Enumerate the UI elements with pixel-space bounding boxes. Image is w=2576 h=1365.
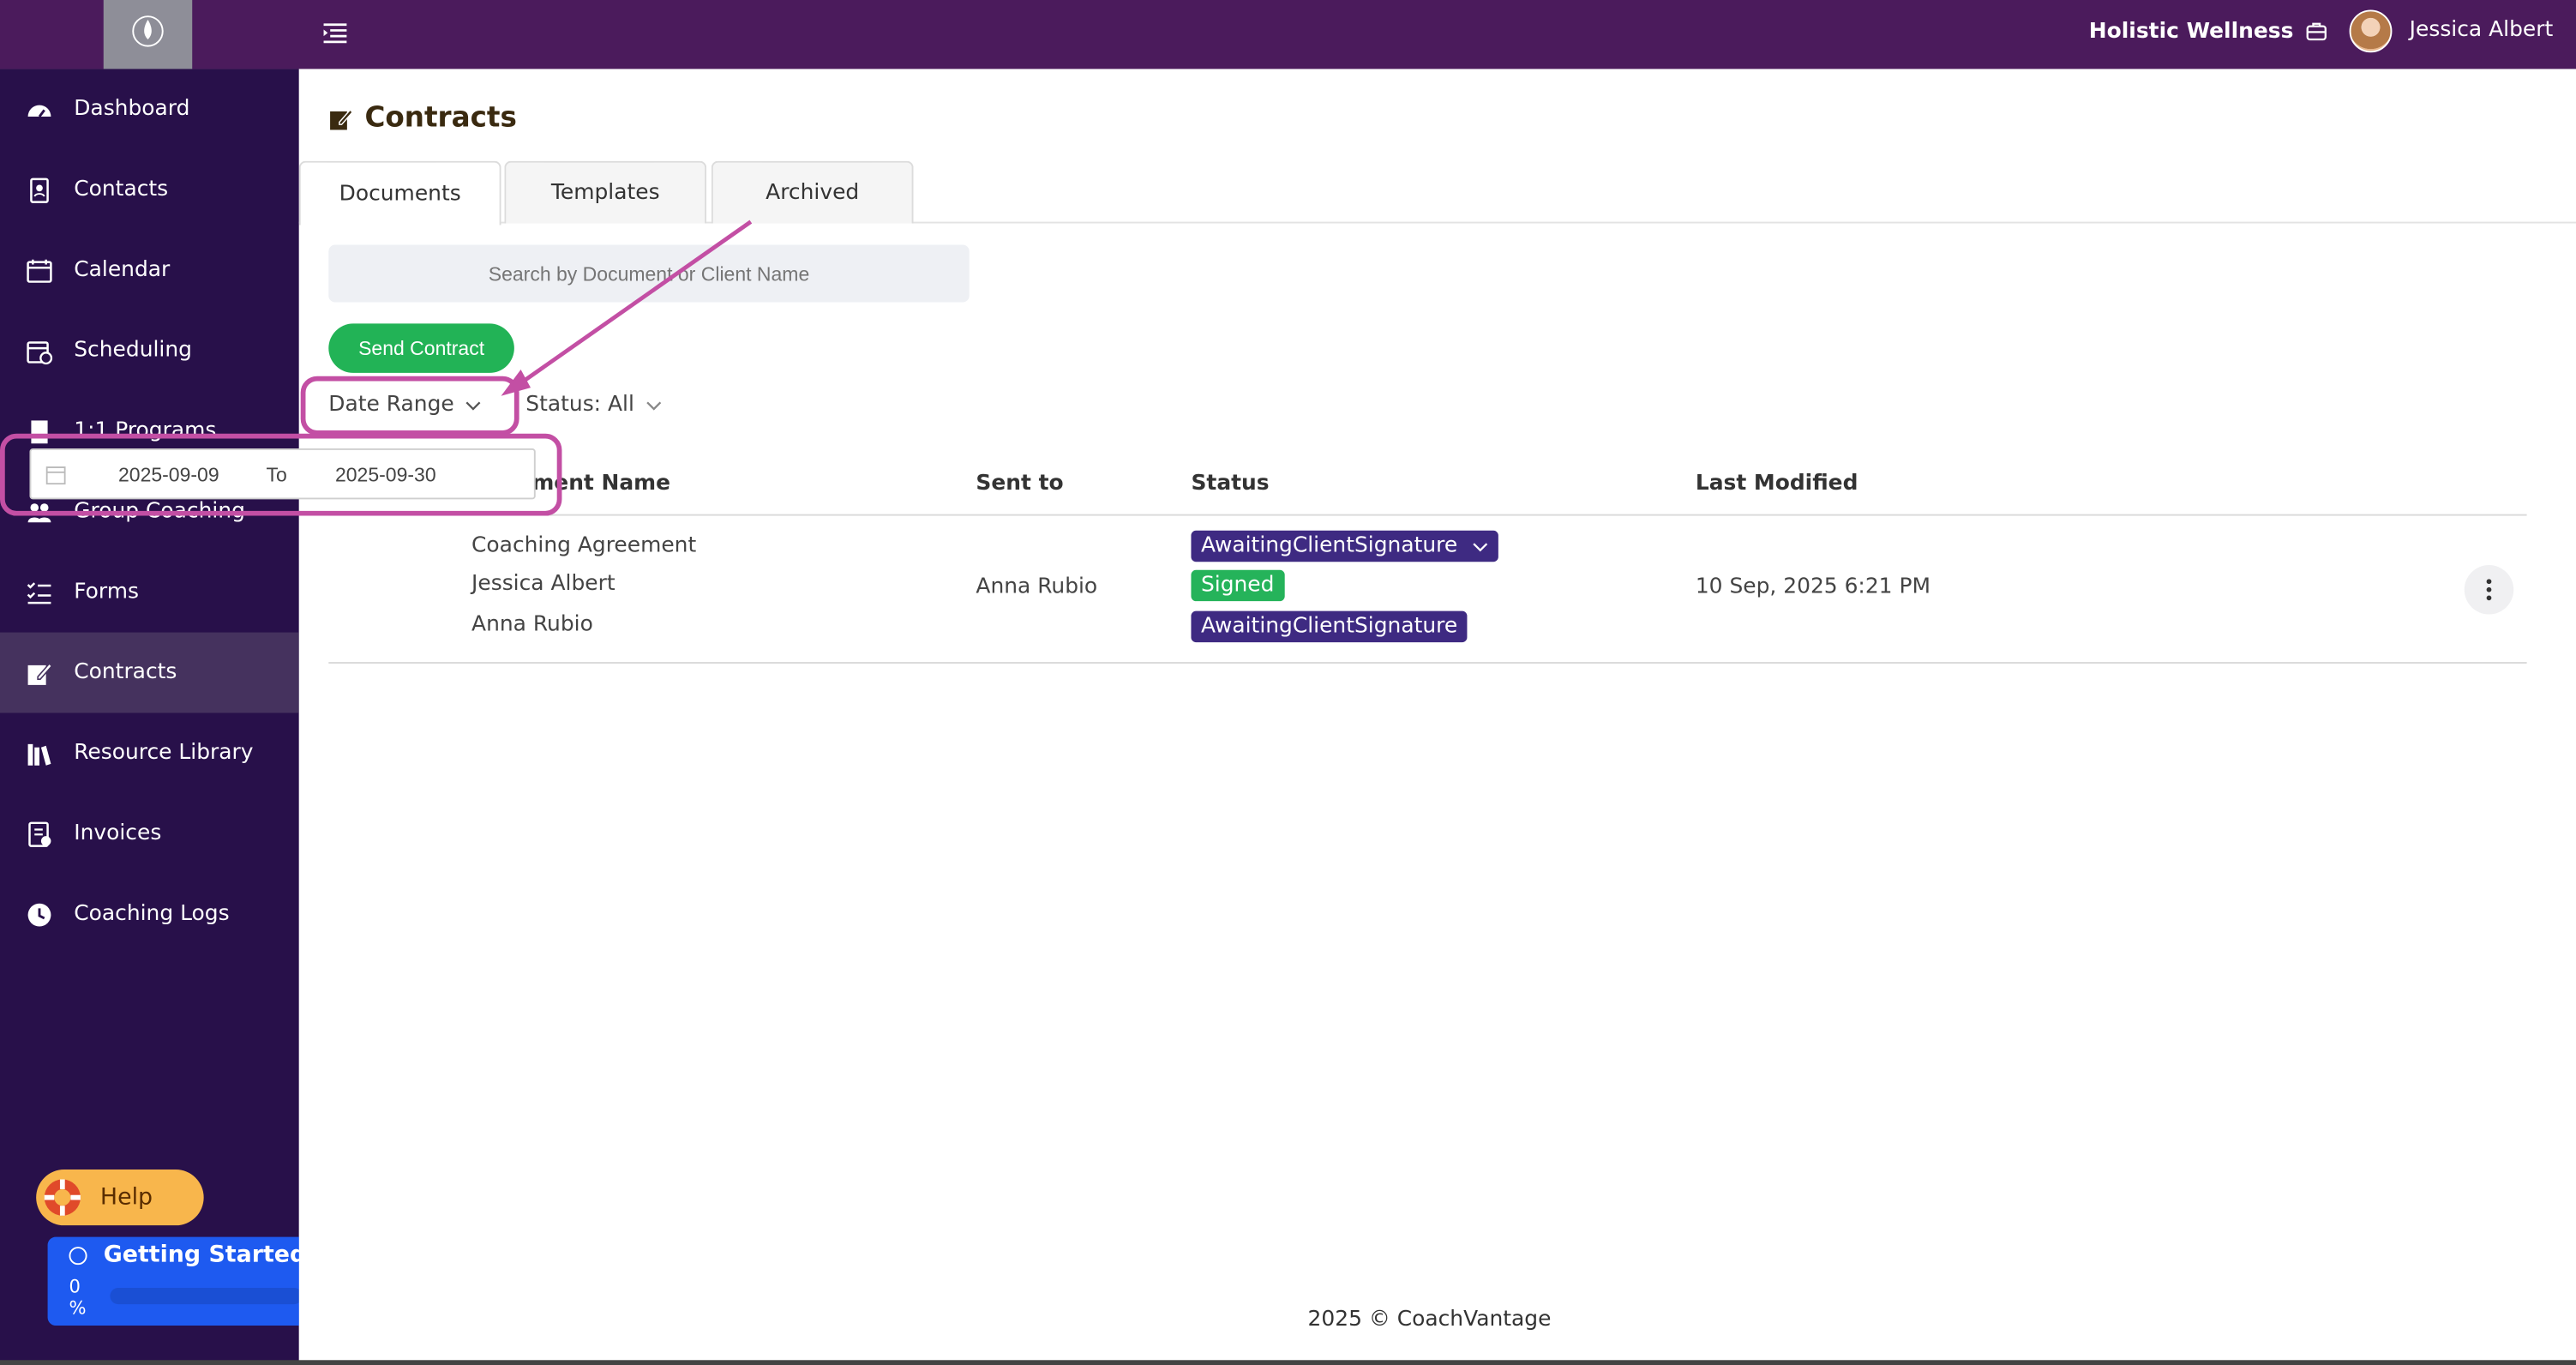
library-icon: [27, 743, 51, 765]
sidebar-item-scheduling[interactable]: Scheduling: [0, 310, 299, 391]
tab-archived[interactable]: Archived: [711, 160, 914, 224]
status-badge: AwaitingClientSignature: [1191, 610, 1468, 643]
tab-templates[interactable]: Templates: [504, 160, 707, 224]
clock-icon: [27, 902, 51, 926]
annotation-highlight: [0, 433, 562, 516]
sidebar-item-label: Forms: [74, 580, 140, 605]
footer-copyright: 2025 © CoachVantage: [1307, 1307, 1552, 1332]
sidebar-item-calendar[interactable]: Calendar: [0, 230, 299, 310]
user-name[interactable]: Jessica Albert: [2410, 18, 2554, 43]
scheduling-icon: [27, 340, 53, 364]
contracts-icon: [27, 661, 53, 684]
progress-bar: [110, 1287, 303, 1305]
sidebar-item-label: Resource Library: [74, 741, 254, 766]
sidebar-item-label: Contracts: [74, 660, 177, 685]
sidebar-item-coaching-logs[interactable]: Coaching Logs: [0, 874, 299, 954]
document-link[interactable]: Coaching Agreement: [471, 534, 696, 559]
last-modified: 10 Sep, 2025 6:21 PM: [1695, 574, 1930, 600]
status-filter-label: Status: All: [525, 392, 634, 418]
sidebar-item-label: Coaching Logs: [74, 901, 230, 927]
status-badge: Signed: [1191, 569, 1284, 602]
column-header-status[interactable]: Status: [1191, 472, 1269, 496]
page-title: Contracts: [364, 101, 517, 135]
logo[interactable]: [103, 0, 193, 69]
row-actions-button[interactable]: [2464, 565, 2514, 615]
sent-to-link[interactable]: Anna Rubio: [976, 575, 1097, 600]
tab-bar: Documents Templates Archived: [298, 160, 2576, 225]
sidebar-item-resource-library[interactable]: Resource Library: [0, 713, 299, 793]
sidebar: Dashboard Contacts Calendar Scheduling 1…: [0, 69, 322, 1365]
more-vertical-icon: [2486, 579, 2492, 601]
help-button[interactable]: Help: [36, 1170, 204, 1226]
getting-started-title: Getting Started: [103, 1242, 307, 1268]
top-bar: Holistic Wellness Jessica Albert: [0, 0, 2576, 69]
signer-name: Jessica Albert: [471, 571, 615, 597]
dashboard-icon: [27, 104, 51, 117]
sidebar-item-label: Scheduling: [74, 338, 192, 364]
contacts-icon: [30, 177, 49, 202]
briefcase-icon[interactable]: [2305, 20, 2328, 43]
send-contract-button[interactable]: Send Contract: [328, 323, 514, 373]
chevron-down-icon: [1473, 542, 1488, 551]
sidebar-item-dashboard[interactable]: Dashboard: [0, 69, 299, 149]
invoice-icon: [28, 821, 51, 846]
contracts-icon: [330, 109, 354, 130]
sidebar-item-contacts[interactable]: Contacts: [0, 149, 299, 230]
sidebar-item-invoices[interactable]: Invoices: [0, 793, 299, 874]
divider: [328, 514, 2527, 516]
status-badge-label: AwaitingClientSignature: [1200, 533, 1458, 559]
divider: [328, 662, 2527, 664]
app-window: Holistic Wellness Jessica Albert Dashboa…: [0, 0, 2576, 1365]
logo-icon: [132, 15, 164, 47]
circle-icon: [69, 1247, 87, 1266]
progress-label: 0 %: [69, 1276, 87, 1320]
lifebuoy-icon: [44, 1179, 81, 1216]
signer-name: Anna Rubio: [471, 612, 593, 638]
sidebar-item-label: Invoices: [74, 821, 162, 846]
sidebar-item-label: Contacts: [74, 177, 169, 202]
chevron-down-icon: [646, 400, 662, 410]
sidebar-item-label: Calendar: [74, 257, 171, 283]
sidebar-item-label: Dashboard: [74, 97, 190, 122]
status-dropdown[interactable]: AwaitingClientSignature: [1191, 530, 1499, 562]
column-header-last-modified[interactable]: Last Modified: [1696, 472, 1858, 496]
avatar[interactable]: [2349, 9, 2393, 53]
window-edge: [0, 1360, 2576, 1365]
forms-icon: [27, 581, 51, 604]
calendar-icon: [27, 258, 52, 282]
org-name[interactable]: Holistic Wellness: [2089, 20, 2294, 45]
menu-toggle-icon[interactable]: [322, 20, 349, 46]
tab-documents[interactable]: Documents: [298, 160, 501, 225]
main-content: Contracts Documents Templates Archived S…: [298, 69, 2576, 1365]
help-label: Help: [99, 1184, 153, 1211]
status-filter[interactable]: Status: All: [525, 393, 662, 418]
getting-started-widget[interactable]: Getting Started 0 %: [47, 1236, 322, 1326]
annotation-highlight: [300, 376, 519, 436]
sidebar-item-forms[interactable]: Forms: [0, 552, 299, 633]
search-input[interactable]: [328, 244, 970, 303]
sidebar-item-contracts[interactable]: Contracts: [0, 632, 299, 713]
column-header-sent-to[interactable]: Sent to: [976, 472, 1063, 496]
